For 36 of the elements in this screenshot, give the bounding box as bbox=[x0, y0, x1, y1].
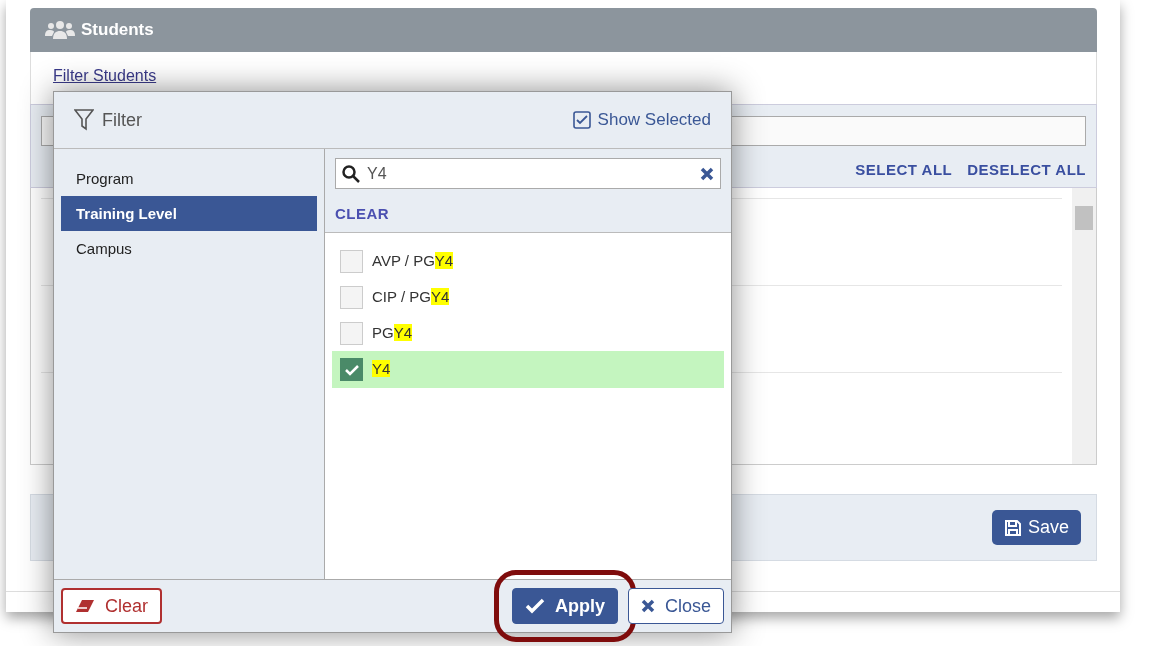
clear-icon[interactable] bbox=[700, 166, 714, 181]
select-all-link[interactable]: SELECT ALL bbox=[855, 159, 953, 182]
option-label: AVP / PGY4 bbox=[372, 250, 454, 271]
filter-students-link[interactable]: Filter Students bbox=[53, 67, 157, 84]
option-row[interactable]: AVP / PGY4 bbox=[332, 243, 724, 279]
deselect-all-link[interactable]: DESELECT ALL bbox=[967, 159, 1086, 182]
category-item[interactable]: Program bbox=[61, 161, 317, 196]
category-item[interactable]: Training Level bbox=[61, 196, 317, 231]
check-icon bbox=[524, 598, 545, 614]
search-value: Y4 bbox=[367, 163, 388, 184]
clear-search-link[interactable]: CLEAR bbox=[335, 203, 390, 226]
category-item[interactable]: Campus bbox=[61, 231, 317, 266]
dialog-title: Filter bbox=[102, 108, 142, 132]
check-icon bbox=[344, 363, 359, 376]
option-row[interactable]: Y4 bbox=[332, 351, 724, 388]
option-label: CIP / PGY4 bbox=[372, 286, 450, 307]
close-button[interactable]: Close bbox=[627, 588, 724, 624]
save-button[interactable]: Save bbox=[991, 510, 1081, 545]
panel-title: Students bbox=[81, 19, 154, 42]
search-icon bbox=[342, 164, 360, 183]
option-label: PGY4 bbox=[372, 322, 413, 343]
clear-button[interactable]: Clear bbox=[61, 588, 162, 624]
show-selected-label[interactable]: Show Selected bbox=[597, 107, 711, 133]
checkbox[interactable] bbox=[340, 358, 363, 381]
close-icon bbox=[640, 599, 655, 613]
filter-icon bbox=[74, 109, 94, 131]
search-field[interactable]: Y4 bbox=[335, 158, 721, 189]
option-row[interactable]: PGY4 bbox=[332, 315, 724, 351]
apply-button[interactable]: Apply bbox=[511, 588, 618, 624]
option-row[interactable]: CIP / PGY4 bbox=[332, 279, 724, 315]
save-icon bbox=[1003, 518, 1022, 537]
option-label: Y4 bbox=[372, 359, 391, 380]
scrollbar[interactable] bbox=[1072, 188, 1096, 464]
eraser-icon bbox=[75, 599, 95, 613]
checkbox[interactable] bbox=[572, 111, 591, 129]
users-icon bbox=[45, 20, 75, 40]
